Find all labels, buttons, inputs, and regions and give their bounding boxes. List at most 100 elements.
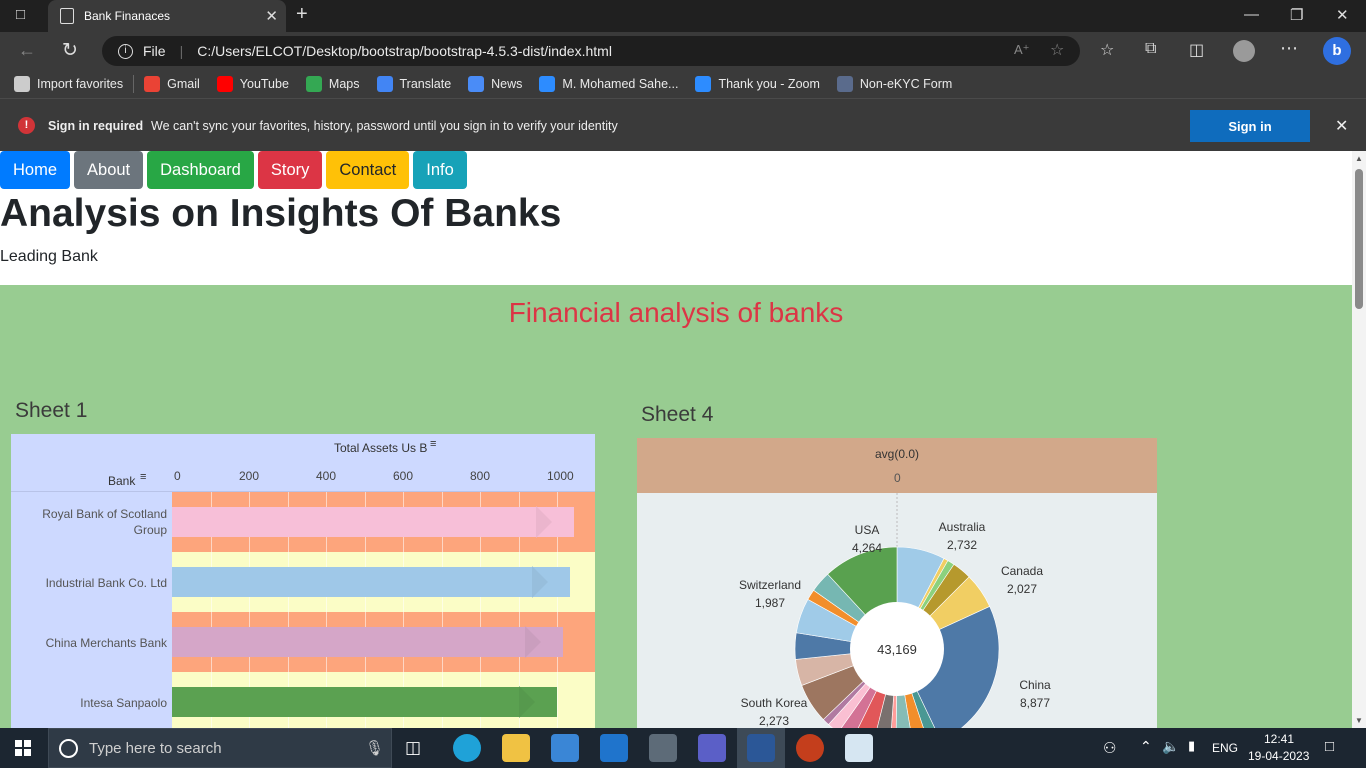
page-icon — [60, 8, 74, 24]
microphone-icon[interactable]: 🎙 — [365, 739, 384, 757]
url-field[interactable]: i File | C:/Users/ELCOT/Desktop/bootstra… — [102, 36, 1080, 66]
clock-date[interactable]: 19-04-2023 — [1248, 749, 1309, 763]
collections-icon[interactable]: ⧉ — [1145, 40, 1156, 58]
bookmark-label: M. Mohamed Sahe... — [562, 77, 679, 91]
battery-icon[interactable]: ▮ — [1188, 738, 1195, 754]
navbar: Home About Dashboard Story Contact Info — [0, 151, 467, 189]
nav-about-button[interactable]: About — [74, 151, 144, 189]
donut-label-name: South Korea — [740, 696, 808, 710]
taskbar-search[interactable]: Type here to search 🎙 — [48, 728, 392, 768]
bookmark-item[interactable]: Gmail — [144, 76, 200, 92]
bookmark-icon — [695, 76, 712, 92]
refresh-icon[interactable]: ↻ — [62, 39, 78, 62]
section-title: Financial analysis of banks — [508, 297, 844, 328]
donut-label-value: 1,987 — [754, 596, 786, 610]
new-tab-icon[interactable]: + — [296, 3, 308, 26]
x-tick-label: 200 — [239, 469, 260, 483]
alert-icon: ! — [18, 117, 35, 134]
browser-tab[interactable]: Bank Finanaces ✕ — [48, 0, 286, 32]
powerpoint-icon[interactable] — [796, 734, 824, 762]
donut-label: China 8,877 — [985, 676, 1085, 712]
task-view-icon[interactable]: ◫ — [405, 738, 421, 758]
people-icon[interactable]: ⚇ — [1103, 739, 1116, 757]
language-indicator[interactable]: ENG — [1212, 741, 1238, 755]
bar[interactable] — [172, 566, 571, 598]
x-tick-label: 1000 — [547, 469, 574, 483]
row-band — [172, 552, 595, 612]
x-tick-label: 600 — [393, 469, 414, 483]
close-notification-icon[interactable]: ✕ — [1335, 116, 1348, 136]
file-explorer-icon[interactable] — [502, 734, 530, 762]
split-screen-icon[interactable]: ◫ — [1189, 40, 1204, 60]
scroll-thumb[interactable] — [1355, 169, 1363, 309]
nav-home-button[interactable]: Home — [0, 151, 71, 189]
donut-chart[interactable]: avg(0.0) 0 Australia 2,732 Canada 2,027 Chin… — [637, 438, 1157, 728]
bookmark-separator — [133, 75, 135, 93]
bookmark-item[interactable]: Non-eKYC Form — [836, 76, 952, 92]
restore-icon[interactable]: ❐ — [1290, 6, 1303, 24]
edge-icon[interactable] — [453, 734, 481, 762]
scroll-down-icon[interactable]: ▼ — [1355, 716, 1363, 725]
page-viewport: Home About Dashboard Story Contact Info Analy… — [0, 151, 1352, 728]
sort-icon[interactable]: ≡ — [140, 471, 146, 483]
bookmark-item[interactable]: Translate — [376, 76, 451, 92]
profile-avatar[interactable] — [1233, 40, 1255, 62]
nav-story-button[interactable]: Story — [257, 151, 323, 189]
row-band — [172, 612, 595, 672]
close-tab-icon[interactable]: ✕ — [265, 7, 278, 25]
bookmark-label: Maps — [328, 77, 360, 91]
bookmark-item[interactable]: News — [468, 76, 522, 92]
taskbar: Type here to search 🎙 ◫ ⚇ ⌃ 🔈 ▮ ENG 12:4… — [0, 728, 1366, 768]
nav-info-button[interactable]: Info — [413, 151, 467, 189]
bar[interactable] — [172, 686, 557, 718]
bookmark-item[interactable]: Thank you - Zoom — [695, 76, 820, 92]
bar-chart[interactable]: Bank ≡ Royal Bank of Scotland Group Indus… — [11, 434, 595, 728]
chevron-up-icon[interactable]: ⌃ — [1140, 738, 1152, 755]
url-text: C:/Users/ELCOT/Desktop/bootstrap/bootstr… — [197, 43, 612, 59]
bar-arrow — [519, 686, 535, 718]
bookmark-item[interactable]: YouTube — [216, 76, 289, 92]
minimize-icon[interactable]: — — [1244, 6, 1259, 23]
donut-label-value: 2,273 — [758, 714, 790, 728]
mail-icon[interactable] — [600, 734, 628, 762]
sync-message: We can't sync your favorites, history, p… — [151, 119, 618, 133]
bookmark-item[interactable]: Maps — [305, 76, 360, 92]
bookmark-item[interactable]: M. Mohamed Sahe... — [539, 76, 678, 92]
word-icon[interactable] — [747, 734, 775, 762]
nav-dashboard-button[interactable]: Dashboard — [147, 151, 254, 189]
sheet4-title: Sheet 4 — [641, 403, 714, 426]
windows-start-icon[interactable] — [15, 740, 31, 756]
video-app-icon[interactable] — [698, 734, 726, 762]
back-icon[interactable]: ← — [18, 40, 36, 61]
bookmark-item[interactable]: Import favorites — [14, 76, 123, 92]
store-icon[interactable] — [551, 734, 579, 762]
bar[interactable] — [172, 506, 575, 538]
info-icon[interactable]: i — [118, 43, 133, 59]
tab-actions-icon[interactable]: □ — [16, 6, 25, 23]
nav-contact-button[interactable]: Contact — [326, 151, 410, 189]
calculator-icon[interactable] — [649, 734, 677, 762]
bing-icon[interactable]: b — [1323, 37, 1351, 65]
notifications-icon[interactable]: □ — [1325, 738, 1334, 755]
sign-in-button[interactable]: Sign in — [1190, 110, 1310, 142]
bank-label: Industrial Bank Co. Ltd — [45, 576, 167, 590]
more-icon[interactable]: ⋯ — [1280, 38, 1298, 59]
close-window-icon[interactable]: ✕ — [1336, 6, 1349, 24]
row-band — [172, 672, 595, 728]
bookmarks-bar: Import favorites Gmail YouTube Maps Translat… — [0, 70, 1366, 98]
clock-time[interactable]: 12:41 — [1264, 732, 1294, 746]
bookmark-label: News — [491, 77, 523, 91]
add-favorite-icon[interactable]: ☆ — [1050, 40, 1064, 60]
favorites-icon[interactable]: ☆ — [1100, 40, 1114, 60]
volume-icon[interactable]: 🔈 — [1162, 738, 1179, 755]
snipping-tool-icon[interactable] — [845, 734, 873, 762]
bank-axis-label: Bank — [108, 474, 136, 488]
page-scrollbar[interactable]: ▲ ▼ — [1352, 151, 1366, 728]
scroll-up-icon[interactable]: ▲ — [1355, 154, 1363, 163]
donut-label: Australia 2,732 — [912, 518, 1012, 554]
read-aloud-icon[interactable]: A⁺ — [1014, 42, 1030, 58]
bar[interactable] — [172, 626, 563, 658]
bar-arrow — [532, 566, 549, 598]
sort-icon[interactable]: ≡ — [430, 438, 436, 450]
bookmark-label: Thank you - Zoom — [718, 77, 820, 91]
